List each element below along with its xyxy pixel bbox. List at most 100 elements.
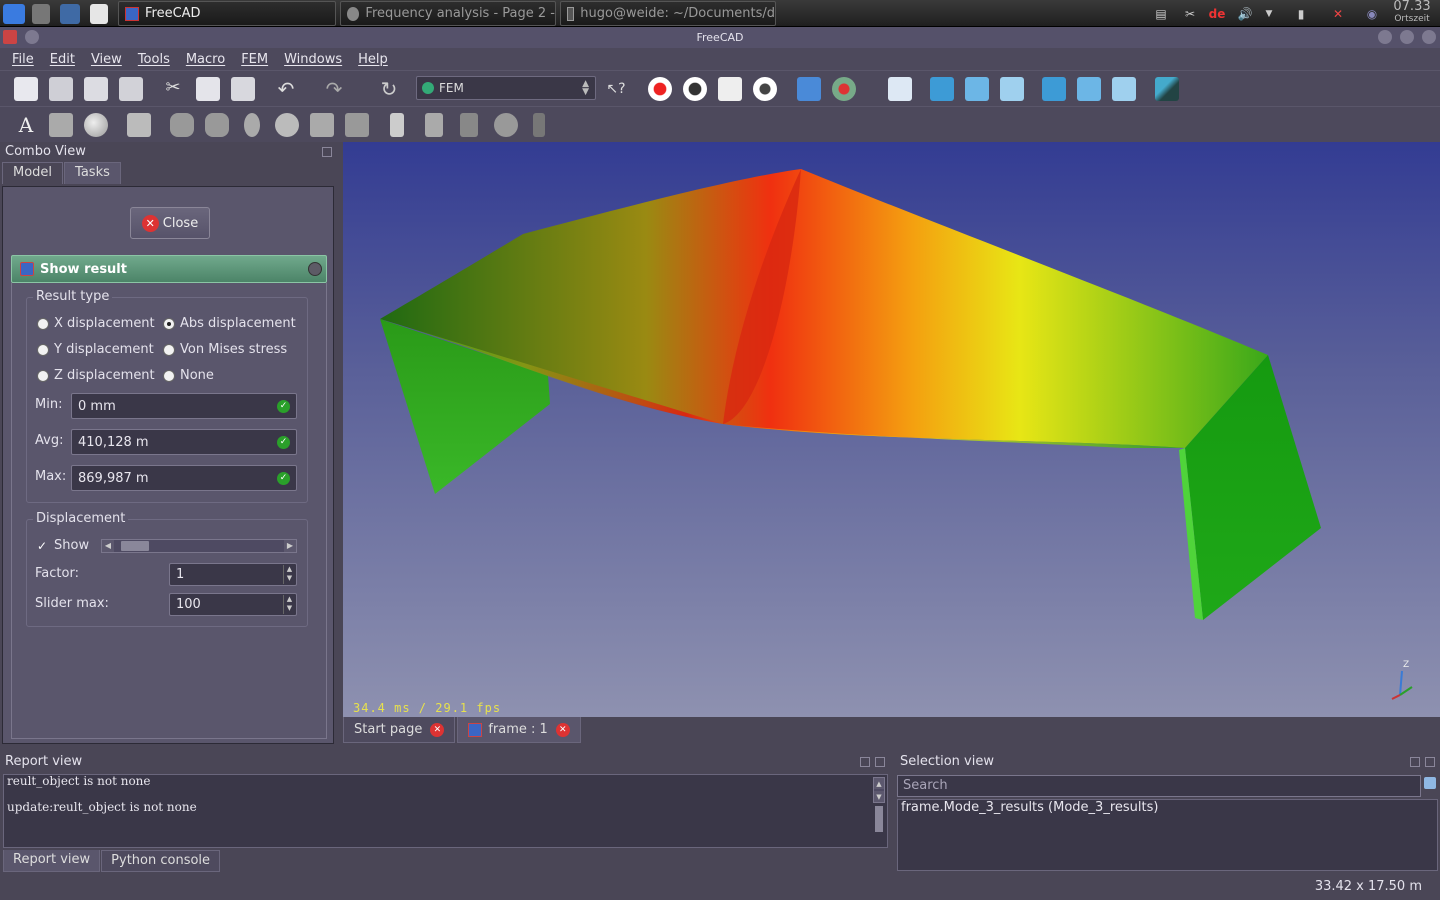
radio-y-displacement[interactable]: Y displacement [37, 342, 154, 357]
3d-view[interactable]: 34.4 ms / 29.1 fps Z [343, 142, 1440, 717]
menu-fem[interactable]: FEM [233, 52, 276, 67]
menu-view[interactable]: View [83, 52, 130, 67]
max-field[interactable]: 869,987 m ✓ [71, 465, 297, 491]
avg-field[interactable]: 410,128 m ✓ [71, 429, 297, 455]
float-panel-icon[interactable] [322, 147, 332, 157]
clock[interactable]: 07.33 Ortszeit [1390, 0, 1434, 25]
constraint-displacement-icon[interactable] [205, 113, 229, 137]
refresh-icon[interactable]: ↻ [377, 77, 401, 101]
fem-material-icon[interactable] [84, 113, 108, 137]
view-rear-icon[interactable] [1042, 77, 1066, 101]
menu-macro[interactable]: Macro [178, 52, 233, 67]
fem-result-mesh[interactable] [343, 142, 1440, 717]
redo-icon[interactable]: ↷ [322, 77, 346, 101]
app-menu-icon[interactable] [3, 30, 17, 44]
close-window-icon[interactable] [1422, 30, 1436, 44]
update-icon[interactable]: ◉ [1360, 3, 1384, 25]
radio-von-mises-stress[interactable]: Von Mises stress [163, 342, 287, 357]
maximize-icon[interactable] [1400, 30, 1414, 44]
macro-stop-icon[interactable] [683, 77, 707, 101]
whats-this-icon[interactable]: ↖? [604, 77, 628, 101]
radio-z-displacement[interactable]: Z displacement [37, 368, 155, 383]
terminal-launcher-icon[interactable] [90, 2, 108, 25]
float-panel-icon[interactable] [1410, 757, 1420, 767]
scroll-up-icon[interactable]: ▲ [874, 778, 884, 789]
menu-help[interactable]: Help [350, 52, 396, 67]
new-document-icon[interactable] [14, 77, 38, 101]
close-task-button[interactable]: ✕ Close [130, 207, 210, 239]
show-displacement-checkbox[interactable]: ✓ Show [37, 538, 89, 553]
tab-start-page[interactable]: Start page ✕ [343, 717, 456, 743]
tray-expand-icon[interactable]: ▼ [1262, 3, 1276, 25]
radio-abs-displacement[interactable]: Abs displacement [163, 316, 296, 331]
report-scrollbar[interactable]: ▲ ▼ [873, 777, 885, 832]
screen-icon[interactable] [60, 2, 80, 25]
battery-icon[interactable]: ▮ [1292, 3, 1310, 25]
view-left-icon[interactable] [1112, 77, 1136, 101]
view-bottom-icon[interactable] [1077, 77, 1101, 101]
copy-icon[interactable] [196, 77, 220, 101]
keyboard-layout[interactable]: de [1205, 3, 1229, 25]
task-terminal[interactable]: hugo@weide: ~/Documents/d [560, 1, 776, 26]
scroll-down-icon[interactable]: ▼ [874, 791, 884, 802]
clipboard-scissors-icon[interactable]: ✂ [1180, 3, 1200, 25]
selection-list[interactable]: frame.Mode_3_results (Mode_3_results) [897, 799, 1438, 871]
task-frequency-analysis[interactable]: Frequency analysis - Page 2 - [340, 1, 556, 26]
slider-left-icon[interactable]: ◀ [102, 540, 114, 552]
constraint-pulley-icon[interactable] [310, 113, 334, 137]
fem-purge-results-icon[interactable] [494, 113, 518, 137]
menu-windows[interactable]: Windows [276, 52, 350, 67]
menu-edit[interactable]: Edit [42, 52, 83, 67]
constraint-fixed-icon[interactable] [170, 113, 194, 137]
tab-model[interactable]: Model [2, 162, 64, 184]
constraint-force-icon[interactable] [345, 113, 369, 137]
factor-spinbox[interactable]: 1 ▲ ▼ [169, 563, 297, 586]
macro-play-icon[interactable] [753, 77, 777, 101]
view-top-icon[interactable] [965, 77, 989, 101]
close-tab-icon[interactable]: ✕ [430, 722, 445, 737]
constraint-bearing-icon[interactable] [244, 113, 260, 137]
scroll-thumb[interactable] [875, 806, 883, 832]
network-disconnected-icon[interactable]: ✕ [1326, 3, 1350, 25]
macro-edit-icon[interactable] [718, 77, 742, 101]
show-result-header[interactable]: Show result [11, 255, 327, 283]
draw-style-icon[interactable] [832, 77, 856, 101]
minimize-icon[interactable] [1378, 30, 1392, 44]
open-document-icon[interactable] [49, 77, 73, 101]
collapse-icon[interactable] [308, 262, 322, 276]
macro-record-icon[interactable] [648, 77, 672, 101]
tab-report-view[interactable]: Report view [3, 850, 101, 872]
radio-none[interactable]: None [163, 368, 214, 383]
constraint-pressure-icon[interactable] [390, 113, 404, 137]
show-desktop-icon[interactable] [32, 2, 50, 25]
report-output[interactable]: reult_object is not none update:reult_ob… [3, 774, 888, 848]
list-item[interactable]: frame.Mode_3_results (Mode_3_results) [901, 800, 1434, 816]
view-right-icon[interactable] [1000, 77, 1024, 101]
tab-python-console[interactable]: Python console [101, 850, 221, 872]
tab-frame[interactable]: frame : 1 ✕ [457, 717, 581, 743]
radio-x-displacement[interactable]: X displacement [37, 316, 155, 331]
constraint-gear-icon[interactable] [275, 113, 299, 137]
save-icon[interactable] [84, 77, 108, 101]
view-isometric-icon[interactable] [888, 77, 912, 101]
kde-menu-icon[interactable] [3, 2, 25, 25]
float-panel-icon[interactable] [860, 757, 870, 767]
close-tab-icon[interactable]: ✕ [555, 722, 570, 737]
undo-icon[interactable]: ↶ [274, 77, 298, 101]
fem-run-icon[interactable] [460, 113, 478, 137]
menu-file[interactable]: File [4, 52, 42, 67]
fem-solver-icon[interactable] [425, 113, 443, 137]
selection-search-input[interactable]: Search [897, 775, 1421, 797]
task-freecad[interactable]: FreeCAD [118, 1, 336, 26]
fem-show-result-icon[interactable] [533, 113, 545, 137]
slider-thumb[interactable] [121, 541, 149, 551]
clear-search-icon[interactable] [1424, 777, 1436, 789]
tab-tasks[interactable]: Tasks [64, 162, 121, 184]
fit-all-icon[interactable] [797, 77, 821, 101]
close-panel-icon[interactable] [1425, 757, 1435, 767]
view-front-icon[interactable] [930, 77, 954, 101]
window-pin-icon[interactable] [25, 30, 39, 44]
fem-analysis-icon[interactable]: A [14, 113, 38, 137]
menu-tools[interactable]: Tools [130, 52, 178, 67]
volume-icon[interactable]: 🔊 [1233, 3, 1257, 25]
